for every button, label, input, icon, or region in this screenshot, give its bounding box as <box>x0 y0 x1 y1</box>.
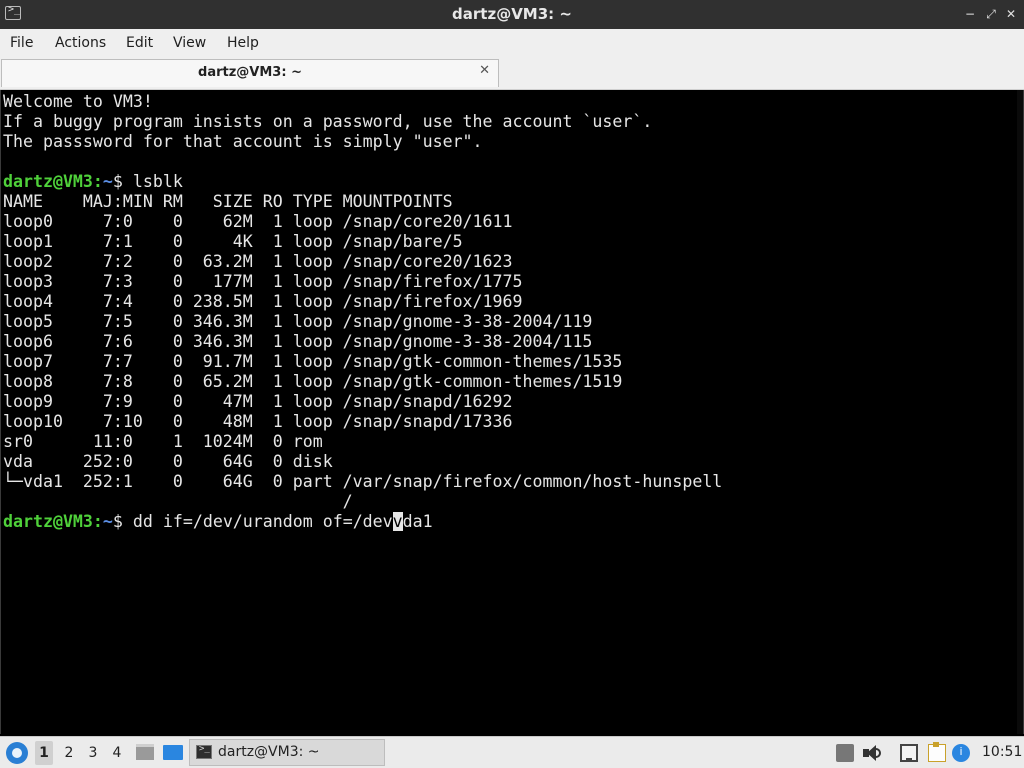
lsblk-output-line: loop5 7:5 0 346.3M 1 loop /snap/gnome-3-… <box>3 312 593 331</box>
window-titlebar[interactable]: >_ dartz@VM3: ~ − ⤢ ✕ <box>0 0 1024 29</box>
prompt-colon: : <box>92 512 103 531</box>
lsblk-output-line: / <box>3 492 353 511</box>
welcome-line: The passsword for that account is simply… <box>3 132 483 151</box>
menu-file[interactable]: File <box>10 35 33 51</box>
show-desktop-icon[interactable] <box>163 745 183 760</box>
terminal-scrollbar[interactable] <box>1017 90 1023 734</box>
desktop-2-button[interactable]: 2 <box>60 745 78 761</box>
desktop-1-button[interactable]: 1 <box>35 741 53 765</box>
prompt-path: ~ <box>102 512 113 531</box>
lsblk-output-line: loop8 7:8 0 65.2M 1 loop /snap/gtk-commo… <box>3 372 623 391</box>
restore-button[interactable]: ⤢ <box>983 6 999 22</box>
lsblk-output-line: sr0 11:0 1 1024M 0 rom <box>3 432 323 451</box>
lsblk-output-line: loop1 7:1 0 4K 1 loop /snap/bare/5 <box>3 232 463 251</box>
terminal-cursor: v <box>392 512 403 531</box>
tab-close-icon[interactable]: ✕ <box>479 63 490 78</box>
prompt-colon: : <box>92 172 103 191</box>
lsblk-output-line: loop6 7:6 0 346.3M 1 loop /snap/gnome-3-… <box>3 332 593 351</box>
desktop-4-button[interactable]: 4 <box>108 745 126 761</box>
command-text: da1 <box>402 512 433 531</box>
prompt-user-host: dartz@VM3 <box>3 512 93 531</box>
menu-edit[interactable]: Edit <box>126 35 153 51</box>
prompt-user-host: dartz@VM3 <box>3 172 93 191</box>
minimize-button[interactable]: − <box>962 6 978 22</box>
window-title: dartz@VM3: ~ <box>452 5 572 23</box>
volume-icon[interactable] <box>863 744 881 762</box>
prompt-path: ~ <box>102 172 113 191</box>
lsblk-output-line: NAME MAJ:MIN RM SIZE RO TYPE MOUNTPOINTS <box>3 192 453 211</box>
lsblk-output-line: loop4 7:4 0 238.5M 1 loop /snap/firefox/… <box>3 292 523 311</box>
terminal-icon: >_ <box>196 744 212 759</box>
file-manager-icon[interactable] <box>136 744 154 760</box>
prompt-line: dartz@VM3:~$ lsblk <box>3 172 722 192</box>
lsblk-output-line: loop0 7:0 0 62M 1 loop /snap/core20/1611 <box>3 212 513 231</box>
menu-help[interactable]: Help <box>227 35 259 51</box>
taskbar: 1 2 3 4 >_ dartz@VM3: ~ i 10:51 <box>0 736 1024 768</box>
terminal-output: Welcome to VM3! If a buggy program insist… <box>3 92 722 532</box>
prompt-line: dartz@VM3:~$ dd if=/dev/urandom of=/devv… <box>3 512 722 532</box>
lsblk-output-line: └─vda1 252:1 0 64G 0 part /var/snap/fire… <box>3 472 723 491</box>
prompt-symbol: $ <box>112 172 133 191</box>
taskbar-task-label: dartz@VM3: ~ <box>218 744 320 760</box>
display-icon[interactable] <box>900 744 918 762</box>
clock[interactable]: 10:51 <box>982 744 1022 760</box>
lsblk-output-line: vda 252:0 0 64G 0 disk <box>3 452 333 471</box>
lsblk-output-line: loop3 7:3 0 177M 1 loop /snap/firefox/17… <box>3 272 523 291</box>
info-icon[interactable]: i <box>952 744 970 762</box>
tab-label: dartz@VM3: ~ <box>198 65 302 80</box>
start-menu-icon[interactable] <box>6 742 28 764</box>
welcome-line: Welcome to VM3! <box>3 92 153 111</box>
lsblk-output-line: loop7 7:7 0 91.7M 1 loop /snap/gtk-commo… <box>3 352 623 371</box>
taskbar-terminal-button[interactable]: >_ dartz@VM3: ~ <box>189 739 385 766</box>
tab-bar: dartz@VM3: ~ ✕ <box>0 58 1024 90</box>
close-button[interactable]: ✕ <box>1003 6 1019 22</box>
tab-terminal[interactable]: dartz@VM3: ~ ✕ <box>1 59 499 87</box>
menu-actions[interactable]: Actions <box>55 35 106 51</box>
terminal-view[interactable]: Welcome to VM3! If a buggy program insist… <box>0 90 1024 734</box>
welcome-line: If a buggy program insists on a password… <box>3 112 653 131</box>
command-text: dd if=/dev/urandom of=/dev <box>132 512 393 531</box>
desktop-3-button[interactable]: 3 <box>84 745 102 761</box>
command-text: lsblk <box>132 172 183 191</box>
prompt-symbol: $ <box>112 512 133 531</box>
update-notifier-icon[interactable] <box>836 744 854 762</box>
menu-view[interactable]: View <box>173 35 206 51</box>
welcome-line <box>3 152 722 172</box>
lsblk-output-line: loop2 7:2 0 63.2M 1 loop /snap/core20/16… <box>3 252 513 271</box>
menu-bar: File Actions Edit View Help <box>0 29 1024 58</box>
lsblk-output-line: loop10 7:10 0 48M 1 loop /snap/snapd/173… <box>3 412 513 431</box>
clipboard-icon[interactable] <box>928 742 946 762</box>
lsblk-output-line: loop9 7:9 0 47M 1 loop /snap/snapd/16292 <box>3 392 513 411</box>
